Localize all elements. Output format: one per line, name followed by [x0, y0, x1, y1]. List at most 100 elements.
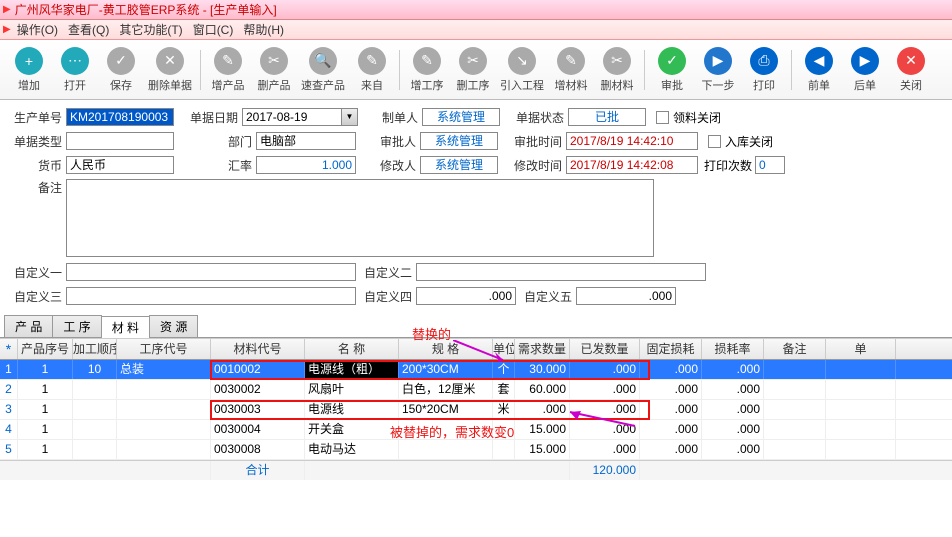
col-header[interactable]: 工序代号 — [117, 339, 211, 359]
tab-resource[interactable]: 资 源 — [149, 315, 198, 337]
table-row[interactable]: 210030002风扇叶白色，12厘米套60.000.000.000.000 — [0, 380, 952, 400]
cell — [399, 440, 493, 459]
col-header[interactable]: 规 格 — [399, 339, 493, 359]
toolbar-审批[interactable]: ✓审批 — [653, 47, 691, 93]
toolbar-打开[interactable]: ⋯打开 — [56, 47, 94, 93]
cell: 电源线 — [305, 400, 399, 419]
field-c2[interactable] — [416, 263, 706, 281]
toolbar-label: 增工序 — [411, 77, 444, 93]
checkbox-stock-close[interactable] — [708, 135, 721, 148]
toolbar-label: 速查产品 — [301, 77, 345, 93]
menu-other[interactable]: 其它功能(T) — [119, 21, 182, 38]
dropdown-icon[interactable]: ▼ — [342, 108, 358, 126]
cell: .000 — [570, 440, 640, 459]
toolbar-增产品[interactable]: ✎增产品 — [209, 47, 247, 93]
cell — [73, 380, 117, 399]
tab-product[interactable]: 产 品 — [4, 315, 53, 337]
field-orderno[interactable]: KM201708190003 — [66, 108, 174, 126]
toolbar-保存[interactable]: ✓保存 — [102, 47, 140, 93]
field-date-wrap[interactable]: 2017-08-19▼ — [242, 108, 358, 126]
field-date[interactable]: 2017-08-19 — [242, 108, 342, 126]
cell: 1 — [18, 360, 73, 379]
cell: 0030002 — [211, 380, 305, 399]
tab-material[interactable]: 材 料 — [101, 316, 150, 338]
col-header[interactable]: 固定损耗 — [640, 339, 702, 359]
col-header[interactable]: 已发数量 — [570, 339, 640, 359]
col-header[interactable]: 需求数量 — [515, 339, 570, 359]
field-dept[interactable]: 电脑部 — [256, 132, 356, 150]
col-header[interactable]: 加工顺序 — [73, 339, 117, 359]
toolbar: +增加⋯打开✓保存✕删除单据 ✎增产品✂删产品🔍速查产品✎来自 ✎增工序✂删工序↘引… — [0, 40, 952, 100]
menu-operate[interactable]: 操作(O) — [17, 21, 58, 38]
toolbar-icon: ▶ — [704, 47, 732, 75]
menu-help[interactable]: 帮助(H) — [243, 21, 284, 38]
toolbar-删工序[interactable]: ✂删工序 — [454, 47, 492, 93]
field-c4[interactable]: .000 — [416, 287, 516, 305]
toolbar-速查产品[interactable]: 🔍速查产品 — [301, 47, 345, 93]
tab-process[interactable]: 工 序 — [52, 315, 101, 337]
cell: .000 — [640, 360, 702, 379]
menu-bar: ▶ 操作(O) 查看(Q) 其它功能(T) 窗口(C) 帮助(H) — [0, 20, 952, 40]
toolbar-增加[interactable]: +增加 — [10, 47, 48, 93]
table-row[interactable]: 510030008电动马达15.000.000.000.000 — [0, 440, 952, 460]
toolbar-关闭[interactable]: ✕关闭 — [892, 47, 930, 93]
label-maker: 制单人 — [358, 109, 418, 126]
table-row[interactable]: 310030003电源线150*20CM米.000.000.000.000 — [0, 400, 952, 420]
toolbar-删产品[interactable]: ✂删产品 — [255, 47, 293, 93]
toolbar-icon: ✂ — [459, 47, 487, 75]
field-c1[interactable] — [66, 263, 356, 281]
table-row[interactable]: 410030004开关盒15.000.000.000.000 — [0, 420, 952, 440]
field-printcount: 0 — [755, 156, 785, 174]
col-header[interactable]: 单 — [826, 339, 896, 359]
field-rate[interactable]: 1.000 — [256, 156, 356, 174]
checkbox-material-close[interactable] — [656, 111, 669, 124]
toolbar-增工序[interactable]: ✎增工序 — [408, 47, 446, 93]
cell: 总装 — [117, 360, 211, 379]
field-apptime: 2017/8/19 14:42:10 — [566, 132, 698, 150]
toolbar-打印[interactable]: ⎙打印 — [745, 47, 783, 93]
cell — [826, 420, 896, 439]
col-header[interactable]: 材料代号 — [211, 339, 305, 359]
cell — [764, 380, 826, 399]
col-header[interactable]: 单位 — [493, 339, 515, 359]
cell: 0030004 — [211, 420, 305, 439]
grid-header: *产品序号加工顺序工序代号材料代号名 称规 格单位需求数量已发数量固定损耗损耗率… — [0, 338, 952, 360]
col-header[interactable]: * — [0, 339, 18, 359]
cell: 开关盒 — [305, 420, 399, 439]
toolbar-icon: ▶ — [851, 47, 879, 75]
menu-view[interactable]: 查看(Q) — [68, 21, 109, 38]
label-c1: 自定义一 — [8, 264, 62, 281]
toolbar-icon: ✂ — [603, 47, 631, 75]
field-c3[interactable] — [66, 287, 356, 305]
col-header[interactable]: 损耗率 — [702, 339, 764, 359]
toolbar-icon: ✂ — [260, 47, 288, 75]
cell — [493, 420, 515, 439]
field-memo[interactable] — [66, 179, 654, 257]
table-row[interactable]: 1110总装0010002电源线（粗）200*30CM个30.000.000.0… — [0, 360, 952, 380]
toolbar-删材料[interactable]: ✂删材料 — [598, 47, 636, 93]
cell — [117, 440, 211, 459]
menu-window[interactable]: 窗口(C) — [193, 21, 234, 38]
toolbar-前单[interactable]: ◀前单 — [800, 47, 838, 93]
window-title: 广州风华家电厂-黄工胶管ERP系统 - [生产单输入] — [15, 1, 277, 18]
field-maker: 系统管理 — [422, 108, 500, 126]
toolbar-下一步[interactable]: ▶下一步 — [699, 47, 737, 93]
field-type[interactable] — [66, 132, 174, 150]
toolbar-来自[interactable]: ✎来自 — [353, 47, 391, 93]
cell — [764, 440, 826, 459]
toolbar-增材料[interactable]: ✎增材料 — [552, 47, 590, 93]
toolbar-删除单据[interactable]: ✕删除单据 — [148, 47, 192, 93]
cell: 2 — [0, 380, 18, 399]
toolbar-引入工程[interactable]: ↘引入工程 — [500, 47, 544, 93]
cell: .000 — [515, 400, 570, 419]
field-currency[interactable]: 人民币 — [66, 156, 174, 174]
cell: .000 — [640, 400, 702, 419]
cell: 米 — [493, 400, 515, 419]
field-c5[interactable]: .000 — [576, 287, 676, 305]
toolbar-后单[interactable]: ▶后单 — [846, 47, 884, 93]
col-header[interactable]: 产品序号 — [18, 339, 73, 359]
cell — [117, 380, 211, 399]
form-area: 生产单号 KM201708190003 单据日期 2017-08-19▼ 制单人… — [0, 100, 952, 313]
col-header[interactable]: 名 称 — [305, 339, 399, 359]
col-header[interactable]: 备注 — [764, 339, 826, 359]
